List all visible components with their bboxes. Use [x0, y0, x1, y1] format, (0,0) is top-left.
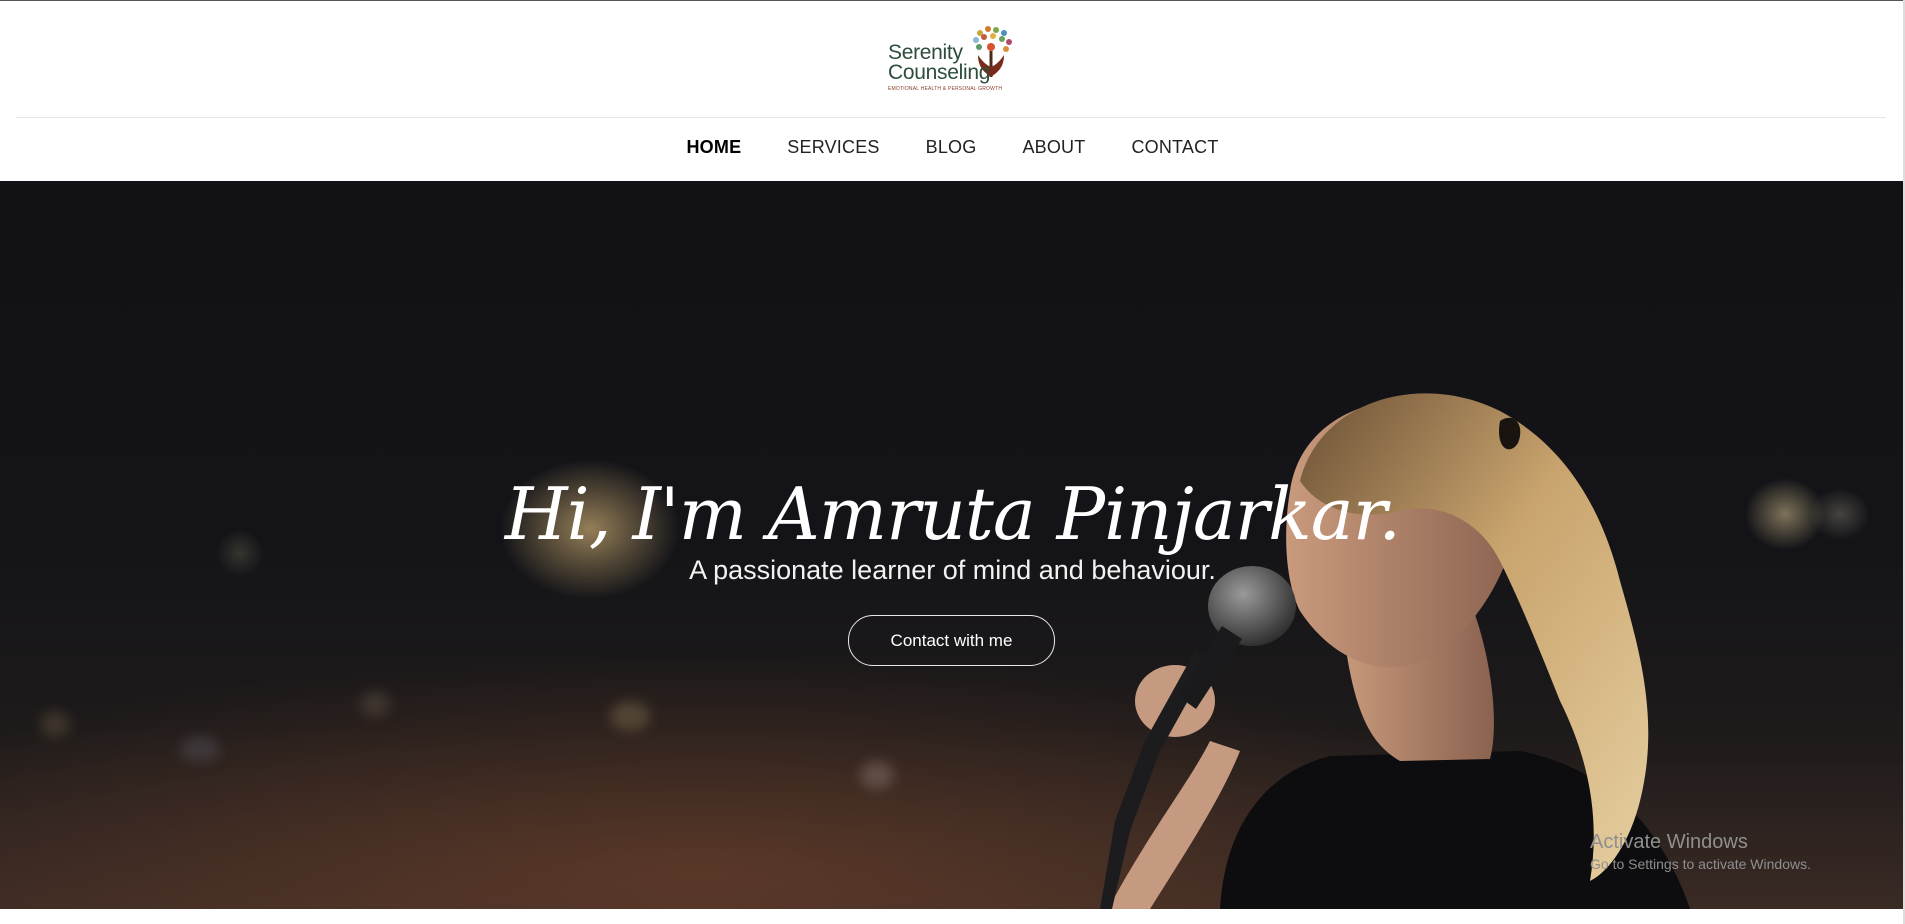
activate-title: Activate Windows [1590, 831, 1748, 853]
logo-line2: Counseling [888, 61, 991, 84]
logo-line1: Serenity [888, 41, 963, 64]
nav-about[interactable]: ABOUT [1022, 129, 1085, 165]
nav-contact[interactable]: CONTACT [1131, 129, 1218, 165]
nav-services[interactable]: SERVICES [787, 129, 879, 165]
hero-section: Hi, I'm Amruta Pinjarkar. A passionate l… [0, 181, 1905, 909]
site-logo[interactable]: Serenity Counseling EMOTIONAL HEALTH & P… [886, 25, 1016, 95]
site-header: Serenity Counseling EMOTIONAL HEALTH & P… [0, 1, 1905, 179]
nav-home[interactable]: HOME [686, 129, 741, 165]
hero-subtitle: A passionate learner of mind and behavio… [689, 555, 1216, 585]
main-nav: HOME SERVICES BLOG ABOUT CONTACT [0, 129, 1905, 165]
hero-title: Hi, I'm Amruta Pinjarkar. [504, 472, 1401, 557]
logo-wordmark: Serenity Counseling [888, 41, 991, 84]
windows-activation-watermark: Activate Windows Go to Settings to activ… [1590, 830, 1811, 874]
contact-with-me-button[interactable]: Contact with me [848, 615, 1055, 666]
nav-blog[interactable]: BLOG [926, 129, 977, 165]
logo-tagline: EMOTIONAL HEALTH & PERSONAL GROWTH [888, 86, 1003, 92]
activate-subtitle: Go to Settings to activate Windows. [1590, 856, 1811, 872]
header-divider [16, 117, 1886, 118]
